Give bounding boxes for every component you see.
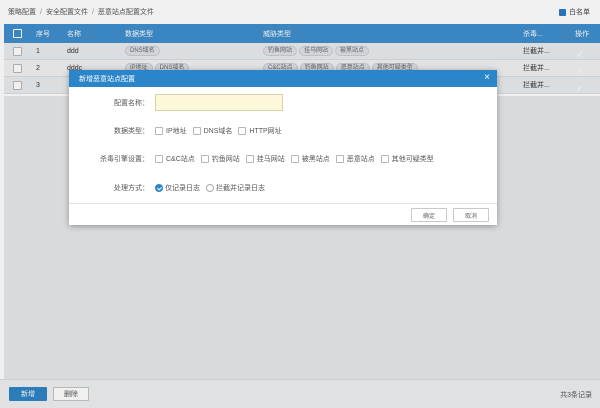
data-type-option-label: HTTP网址	[249, 128, 282, 135]
engine-checkbox[interactable]	[245, 155, 254, 163]
engine-checkbox[interactable]	[200, 155, 209, 163]
dialog-header: 新增恶意站点配置 ×	[69, 70, 497, 87]
dialog-title: 新增恶意站点配置	[79, 75, 135, 83]
engine-option-label: 钓鱼网站	[211, 156, 240, 163]
name-label: 配置名称：	[114, 99, 149, 107]
dialog-footer: 确定 取消	[69, 203, 497, 225]
engine-option[interactable]: 钓鱼网站	[200, 154, 240, 164]
action-row: 处理方式： 仅记录日志 拦截并记录日志	[69, 183, 497, 193]
engine-option[interactable]: 其他可疑类型	[380, 154, 434, 164]
data-type-option-label: DNS域名	[203, 128, 233, 135]
engine-option[interactable]: C&C站点	[155, 154, 195, 164]
engine-option-label: 恶意站点	[346, 156, 375, 163]
data-type-option[interactable]: IP地址	[155, 126, 187, 136]
action-option[interactable]: 仅记录日志	[155, 183, 200, 193]
data-type-option-label: IP地址	[166, 128, 187, 135]
name-row: 配置名称：	[69, 94, 497, 111]
engine-checkbox[interactable]	[335, 155, 344, 163]
data-type-checkbox[interactable]	[155, 127, 163, 135]
data-type-checkbox[interactable]	[238, 127, 247, 135]
engine-option-label: 其他可疑类型	[391, 156, 434, 163]
data-type-option[interactable]: HTTP网址	[238, 126, 282, 136]
engine-checkbox[interactable]	[155, 155, 163, 163]
confirm-button[interactable]: 确定	[411, 208, 447, 222]
action-radio[interactable]	[206, 184, 214, 192]
data-type-row: 数据类型： IP地址 DNS域名 HTTP网址	[69, 126, 497, 136]
engine-option[interactable]: 被黑站点	[290, 154, 330, 164]
engine-row: 杀毒引擎设置： C&C站点 钓鱼网站 挂马网站 被黑站点 恶意站点 其他可疑类型	[69, 154, 497, 164]
engine-option[interactable]: 挂马网站	[245, 154, 285, 164]
data-type-checkbox[interactable]	[192, 127, 201, 135]
profile-name-input[interactable]	[155, 94, 283, 111]
close-icon[interactable]: ×	[484, 72, 490, 83]
engine-label: 杀毒引擎设置：	[100, 156, 149, 163]
dialog-body: 配置名称： 数据类型： IP地址 DNS域名 HTTP网址 杀毒引擎设置： C&C站…	[69, 87, 497, 203]
action-option[interactable]: 拦截并记录日志	[206, 183, 265, 193]
action-label: 处理方式：	[114, 185, 149, 192]
action-radio[interactable]	[155, 184, 163, 192]
engine-option-label: 挂马网站	[256, 156, 285, 163]
engine-option-label: 被黑站点	[301, 156, 330, 163]
data-type-option[interactable]: DNS域名	[192, 126, 233, 136]
cancel-button[interactable]: 取消	[453, 208, 489, 222]
action-option-label: 拦截并记录日志	[216, 185, 265, 192]
action-option-label: 仅记录日志	[165, 185, 200, 192]
engine-option-label: C&C站点	[166, 156, 195, 163]
engine-option[interactable]: 恶意站点	[335, 154, 375, 164]
data-type-label: 数据类型：	[114, 128, 149, 135]
add-profile-dialog: 新增恶意站点配置 × 配置名称： 数据类型： IP地址 DNS域名 HTTP网址 杀…	[69, 70, 497, 225]
engine-checkbox[interactable]	[290, 155, 299, 163]
engine-checkbox[interactable]	[380, 155, 389, 163]
